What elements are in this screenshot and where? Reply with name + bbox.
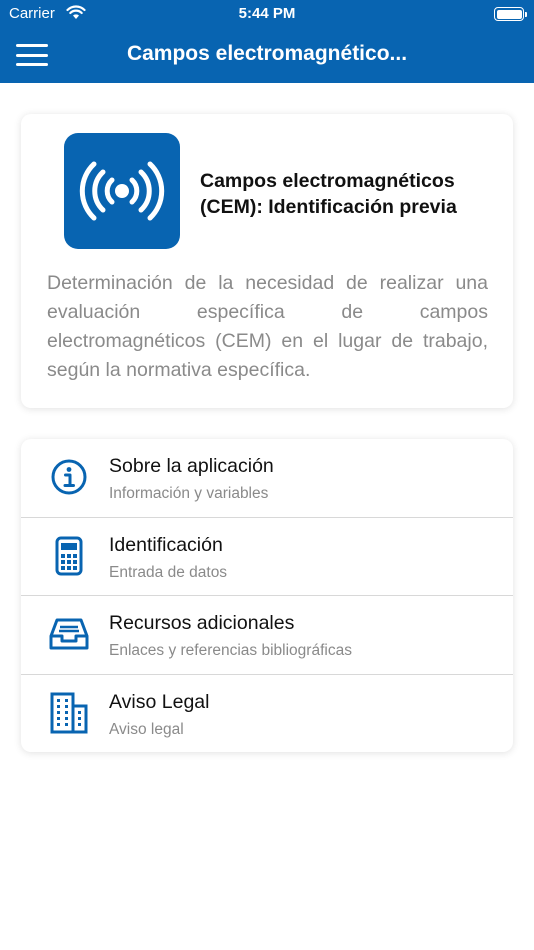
menu-item-subtitle: Entrada de datos bbox=[109, 563, 228, 581]
navigation-bar: Campos electromagnético... bbox=[0, 28, 534, 83]
building-icon bbox=[47, 691, 91, 735]
info-circle-icon bbox=[47, 455, 91, 499]
menu-item-label: Sobre la aplicación bbox=[109, 455, 274, 477]
menu-item-recursos-adicionales[interactable]: Recursos adicionales Enlaces y referenci… bbox=[21, 596, 513, 675]
broadcast-signal-icon bbox=[64, 133, 180, 249]
menu-item-label: Recursos adicionales bbox=[109, 612, 295, 634]
app-description: Determinación de la necesidad de realiza… bbox=[47, 272, 488, 381]
app-info-card: Campos electromagnéticos (CEM): Identifi… bbox=[21, 114, 513, 408]
top-bar: Carrier 5:44 PM Campos electromagnético.… bbox=[0, 0, 534, 83]
page-title: Campos electromagnético... bbox=[126, 42, 408, 65]
status-bar: Carrier 5:44 PM bbox=[0, 0, 534, 28]
menu-item-subtitle: Información y variables bbox=[109, 485, 269, 502]
menu-item-identificacion[interactable]: Identificación Entrada de datos bbox=[21, 518, 513, 596]
menu-item-label: Identificación bbox=[109, 533, 223, 556]
menu-item-label: Aviso Legal bbox=[109, 690, 210, 713]
main-content: Campos electromagnéticos (CEM): Identifi… bbox=[0, 83, 534, 950]
status-time: 5:44 PM bbox=[238, 5, 296, 22]
menu-item-sobre-la-aplicacion[interactable]: Sobre la aplicación Información y variab… bbox=[21, 439, 513, 518]
menu-item-aviso-legal[interactable]: Aviso Legal Aviso legal bbox=[21, 675, 513, 753]
menu-list: Sobre la aplicación Información y variab… bbox=[21, 439, 513, 752]
menu-item-subtitle: Enlaces y referencias bibliográficas bbox=[109, 642, 352, 659]
battery-icon bbox=[494, 7, 527, 21]
menu-item-subtitle: Aviso legal bbox=[109, 720, 184, 738]
calculator-icon bbox=[47, 534, 91, 578]
inbox-tray-icon bbox=[47, 612, 91, 656]
app-title: Campos electromagnéticos (CEM): Identifi… bbox=[200, 170, 457, 218]
